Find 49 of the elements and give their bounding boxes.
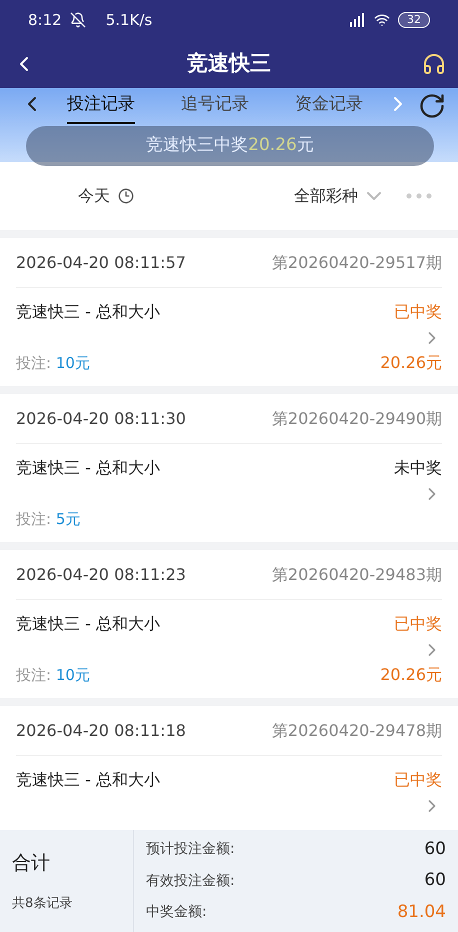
bet-time: 2026-04-20 08:11:57 bbox=[16, 252, 186, 274]
prize-amount: 20.26元 bbox=[380, 352, 442, 374]
refresh-icon[interactable] bbox=[418, 92, 446, 120]
record-card[interactable]: 2026-04-20 08:11:57 第20260420-29517期 竞速快三 - 总和大小 已中奖 投注: 10元 20.26元 bbox=[0, 238, 458, 386]
network-speed: 5.1K/s bbox=[106, 10, 152, 31]
record-count: 共8条记录 bbox=[12, 894, 74, 912]
summary-value: 81.04 bbox=[397, 900, 446, 924]
summary-value: 60 bbox=[424, 869, 446, 892]
prize-amount: 20.26元 bbox=[380, 664, 442, 686]
battery-level: 32 bbox=[398, 12, 430, 28]
status-time: 8:12 bbox=[28, 10, 62, 31]
game-name: 竞速快三 - 总和大小 bbox=[16, 457, 160, 479]
issue-number: 第20260420-29478期 bbox=[272, 720, 442, 742]
tab[interactable]: 投注记录 bbox=[67, 92, 135, 124]
bet-amount: 投注: 10元 bbox=[16, 352, 90, 374]
issue-number: 第20260420-29517期 bbox=[272, 252, 442, 274]
summary-value: 60 bbox=[424, 838, 446, 861]
record-card[interactable]: 2026-04-20 08:11:30 第20260420-29490期 竞速快三 - 总和大小 未中奖 投注: 5元 bbox=[0, 394, 458, 542]
tab[interactable]: 追号记录 bbox=[181, 92, 249, 124]
bell-off-icon bbox=[70, 12, 86, 28]
date-filter[interactable]: 今天 bbox=[78, 184, 110, 208]
signal-icon bbox=[348, 13, 366, 27]
issue-number: 第20260420-29483期 bbox=[272, 564, 442, 586]
summary-label: 预计投注金额: bbox=[146, 840, 235, 859]
page-title: 竞速快三 bbox=[186, 50, 272, 78]
wifi-icon bbox=[374, 12, 390, 28]
record-card[interactable]: 2026-04-20 08:11:18 第20260420-29478期 竞速快三 - 总和大小 已中奖 bbox=[0, 706, 458, 830]
record-card[interactable]: 2026-04-20 08:11:23 第20260420-29483期 竞速快三 - 总和大小 已中奖 投注: 10元 20.26元 bbox=[0, 550, 458, 698]
game-name: 竞速快三 - 总和大小 bbox=[16, 301, 160, 323]
game-name: 竞速快三 - 总和大小 bbox=[16, 769, 160, 791]
tab[interactable]: 资金记录 bbox=[295, 92, 363, 124]
win-status: 已中奖 bbox=[394, 769, 442, 791]
lottery-filter[interactable]: 全部彩种 bbox=[294, 184, 358, 208]
bet-time: 2026-04-20 08:11:18 bbox=[16, 720, 186, 742]
win-status: 已中奖 bbox=[394, 301, 442, 323]
bet-time: 2026-04-20 08:11:30 bbox=[16, 408, 186, 430]
summary-label: 中奖金额: bbox=[146, 903, 207, 922]
bet-time: 2026-04-20 08:11:23 bbox=[16, 564, 186, 586]
more-icon[interactable] bbox=[406, 193, 432, 199]
headset-icon[interactable] bbox=[422, 52, 446, 76]
win-status: 已中奖 bbox=[394, 613, 442, 635]
bet-amount: 投注: 10元 bbox=[16, 664, 90, 686]
summary-title: 合计 bbox=[12, 851, 51, 876]
win-toast: 竞速快三中奖20.26元 bbox=[26, 126, 434, 166]
game-name: 竞速快三 - 总和大小 bbox=[16, 613, 160, 635]
bet-amount: 投注: 5元 bbox=[16, 508, 80, 530]
issue-number: 第20260420-29490期 bbox=[272, 408, 442, 430]
summary-label: 有效投注金额: bbox=[146, 872, 235, 890]
win-status: 未中奖 bbox=[394, 457, 442, 479]
